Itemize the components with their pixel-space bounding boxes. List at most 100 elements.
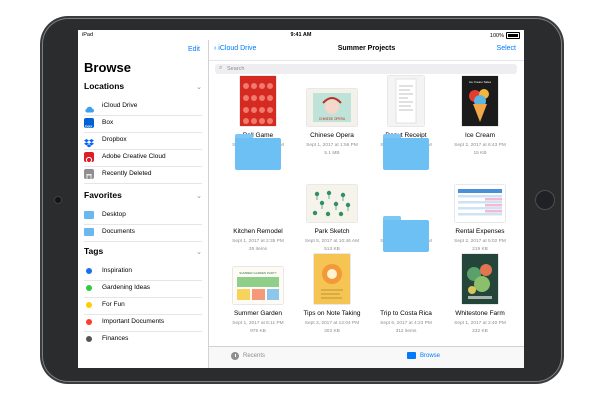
sidebar-tag-inspiration[interactable]: Inspiration <box>84 263 202 281</box>
file-thumbnail: Ice Cream Sales <box>462 76 498 126</box>
file-name: Rental Expenses <box>455 228 505 235</box>
file-date: Sept 1, 2017 at 2:35 PM <box>232 239 284 244</box>
file-date: Sept 2, 2017 at 6:43 PM <box>454 143 506 148</box>
sidebar-tag-for-fun[interactable]: For Fun <box>84 297 202 315</box>
file-chinese-opera[interactable]: CHINESE OPERA Chinese Opera Sept 1, 2017… <box>296 78 368 166</box>
tag-dot-icon <box>86 285 92 291</box>
file-browser: ‹ iCloud Drive Summer Projects Select ⌕ … <box>209 40 524 346</box>
file-date: Sept 2, 2017 at 5:02 PM <box>454 239 506 244</box>
file-name: Ice Cream <box>465 132 495 139</box>
file-date: Sept 5, 2017 at 10:46 AM <box>304 239 360 244</box>
sidebar-item-label: Desktop <box>102 211 126 218</box>
home-button[interactable] <box>536 191 554 209</box>
file-date: Sept 1, 2017 at 1:56 PM <box>306 143 358 148</box>
sidebar-item-adobe-creative-cloud[interactable]: Adobe Creative Cloud <box>84 149 202 167</box>
file-size: 232 KB <box>472 329 488 334</box>
section-header-locations[interactable]: Locations ⌄ <box>84 81 202 97</box>
file-date: Sept 3, 2017 at 12:04 PM <box>304 321 360 326</box>
status-bar: iPad 9:41 AM 100% <box>78 30 524 40</box>
sidebar-item-label: Finances <box>102 335 129 342</box>
file-rental-expenses[interactable]: Rental Expenses Sept 2, 2017 at 5:02 PM … <box>444 174 516 262</box>
icloud-icon <box>84 101 94 113</box>
sidebar-item-label: Documents <box>102 228 135 235</box>
tab-recents[interactable]: Recents <box>231 352 265 360</box>
trash-icon <box>84 169 94 181</box>
sidebar-tag-important-documents[interactable]: Important Documents <box>84 314 202 332</box>
edit-button[interactable]: Edit <box>188 46 200 53</box>
search-placeholder: Search <box>227 66 245 72</box>
tab-bar: Recents Browse <box>209 346 524 368</box>
sidebar-item-label: Dropbox <box>102 136 127 143</box>
clock-icon <box>231 352 239 360</box>
ice-cream-thumb-title: Ice Cream Sales <box>469 80 492 84</box>
file-name: Chinese Opera <box>310 132 354 139</box>
file-size: 5.1 MB <box>324 151 340 156</box>
tab-browse[interactable]: Browse <box>407 352 440 359</box>
search-field[interactable]: ⌕ Search <box>215 64 517 74</box>
folder-icon <box>383 134 429 170</box>
tag-dot-icon <box>86 336 92 342</box>
file-size: 975 KB <box>250 329 266 334</box>
file-tips-on-note-taking[interactable]: Tips on Note Taking Sept 3, 2017 at 12:0… <box>296 254 368 344</box>
tag-dot-icon <box>86 302 92 308</box>
section-label: Favorites <box>84 190 122 200</box>
folder-kitchen-remodel[interactable]: Kitchen Remodel Sept 1, 2017 at 2:35 PM … <box>222 134 294 262</box>
folder-trip-to-costa-rica[interactable]: Trip to Costa Rica Sept 6, 2017 at 4:23 … <box>370 216 442 344</box>
select-button[interactable]: Select <box>497 45 516 52</box>
section-header-tags[interactable]: Tags ⌄ <box>84 246 202 262</box>
sidebar-item-label: iCloud Drive <box>102 102 138 109</box>
file-thumbnail <box>307 185 357 222</box>
folder-icon <box>84 228 94 236</box>
file-ice-cream[interactable]: Ice Cream Sales Ice Cream Sept 2, 2017 a… <box>444 76 516 166</box>
navigation-bar: ‹ iCloud Drive Summer Projects Select <box>209 40 524 61</box>
sidebar-item-desktop[interactable]: Desktop <box>84 207 202 225</box>
dropbox-icon <box>84 135 94 148</box>
sidebar-item-label: Adobe Creative Cloud <box>102 153 166 160</box>
chevron-down-icon: ⌄ <box>196 193 202 200</box>
folder-icon <box>235 134 281 170</box>
section-label: Locations <box>84 81 125 91</box>
file-name: Park Sketch <box>314 228 350 235</box>
clock: 9:41 AM <box>290 32 312 38</box>
battery-percent: 100% <box>489 32 504 39</box>
sidebar-item-icloud-drive[interactable]: iCloud Drive <box>84 98 202 116</box>
folder-icon <box>84 211 94 219</box>
file-name: Tips on Note Taking <box>303 310 361 317</box>
tab-label: Recents <box>243 353 266 359</box>
folder-icon <box>383 216 429 252</box>
sidebar-tag-finances[interactable]: Finances <box>84 331 202 348</box>
section-header-favorites[interactable]: Favorites ⌄ <box>84 190 202 206</box>
sidebar-title: Browse <box>84 60 131 75</box>
file-size: 15 KB <box>473 151 487 156</box>
sidebar-item-box[interactable]: box Box <box>84 115 202 133</box>
sidebar-item-recently-deleted[interactable]: Recently Deleted <box>84 166 202 184</box>
file-date: Sept 1, 2017 at 2:40 PM <box>454 321 506 326</box>
sidebar-tag-gardening-ideas[interactable]: Gardening Ideas <box>84 280 202 298</box>
file-thumbnail <box>462 254 498 304</box>
sidebar-item-label: For Fun <box>102 301 125 308</box>
file-whitestone-farm[interactable]: Whitestone Farm Sept 1, 2017 at 2:40 PM … <box>444 254 516 344</box>
file-date: Sept 1, 2017 at 6:11 PM <box>232 321 284 326</box>
folder-title: Summer Projects <box>337 45 396 52</box>
file-thumbnail: CHINESE OPERA <box>307 89 357 126</box>
box-icon: box <box>84 118 94 129</box>
sidebar-item-dropbox[interactable]: Dropbox <box>84 132 202 150</box>
file-summer-garden[interactable]: SUMMER GARDEN PARTY Summer Garden Sept 1… <box>222 256 294 344</box>
ipad-screen: iPad 9:41 AM 100% Edit Browse Locations … <box>78 30 524 368</box>
file-name: Whitestone Farm <box>455 310 505 317</box>
file-park-sketch[interactable]: Park Sketch Sept 5, 2017 at 10:46 AM 513… <box>296 174 368 262</box>
sidebar-item-label: Box <box>102 119 114 126</box>
file-size: 303 KB <box>324 329 340 334</box>
file-size: 513 KB <box>324 247 340 252</box>
search-icon: ⌕ <box>219 65 223 71</box>
battery-icon <box>506 32 520 39</box>
file-thumbnail <box>388 76 424 126</box>
sidebar-item-label: Important Documents <box>102 318 165 325</box>
file-size: 312 items <box>395 329 417 334</box>
sidebar-item-documents[interactable]: Documents <box>84 224 202 242</box>
chinese-opera-thumb-title: CHINESE OPERA <box>319 117 346 121</box>
file-name: Trip to Costa Rica <box>380 310 432 317</box>
file-thumbnail: SUMMER GARDEN PARTY <box>233 267 283 304</box>
file-name: Summer Garden <box>233 310 283 317</box>
file-thumbnail <box>240 76 276 126</box>
